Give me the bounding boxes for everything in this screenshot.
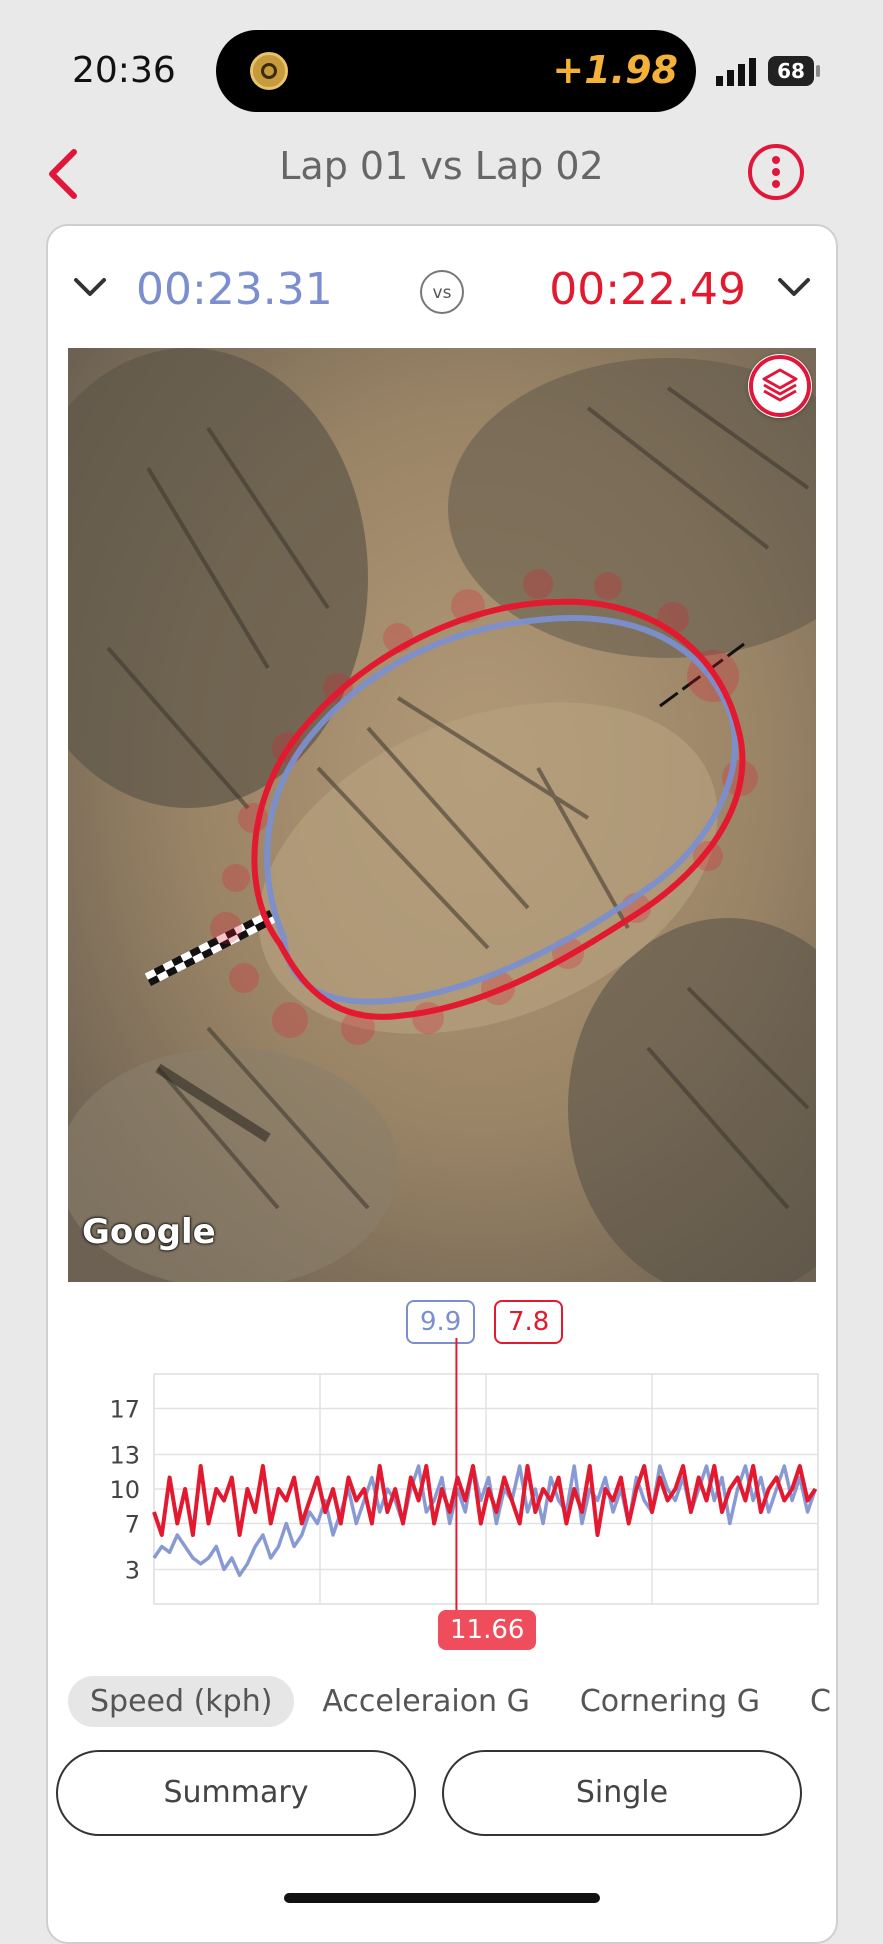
tab-more[interactable]: C — [788, 1676, 838, 1727]
dynamic-island: +1.98 — [216, 30, 696, 112]
chevron-down-icon[interactable] — [774, 274, 814, 300]
summary-button[interactable]: Summary — [56, 1750, 416, 1836]
tab-acceleration[interactable]: Acceleraion G — [300, 1676, 551, 1727]
speed-chart[interactable]: 1713107300.006.412.819.2 — [48, 1286, 840, 1616]
ticker-value: +1.98 — [552, 48, 678, 92]
y-tick-label: 7 — [125, 1511, 140, 1539]
lap-a-time[interactable]: 00:23.31 — [136, 264, 333, 315]
more-vertical-icon[interactable] — [748, 144, 804, 200]
coin-icon — [250, 52, 288, 90]
lap-comparison-card: 00:23.31 vs 00:22.49 Google 9.9 7.8 17 1… — [46, 224, 838, 1944]
chevron-down-icon[interactable] — [70, 274, 110, 300]
single-button[interactable]: Single — [442, 1750, 802, 1836]
y-tick-label: 3 — [125, 1557, 140, 1585]
vs-badge: vs — [420, 270, 464, 314]
lap-b-time[interactable]: 00:22.49 — [549, 264, 746, 315]
layers-icon[interactable] — [748, 354, 812, 418]
home-indicator — [284, 1893, 600, 1903]
cursor-time-label[interactable]: 11.66 — [438, 1610, 537, 1650]
satellite-map-image — [68, 348, 816, 1282]
speed-chart-section: 9.9 7.8 1713107300.006.412.819.2 11.66 S… — [48, 1286, 836, 1866]
status-time: 20:36 — [72, 50, 176, 91]
tab-cornering[interactable]: Cornering G — [558, 1676, 782, 1727]
track-map[interactable]: Google — [68, 348, 816, 1282]
y-tick-label: 13 — [109, 1442, 140, 1470]
y-tick-label: 10 — [109, 1476, 140, 1504]
y-tick-label: 17 — [109, 1396, 140, 1424]
tab-speed[interactable]: Speed (kph) — [68, 1676, 295, 1727]
lap-times-row: 00:23.31 vs 00:22.49 — [48, 226, 836, 346]
battery-icon: 68 — [768, 56, 820, 86]
signal-icon — [716, 58, 756, 86]
metric-tabs: Speed (kph) Acceleraion G Cornering GC — [68, 1676, 838, 1736]
map-attribution: Google — [82, 1212, 216, 1252]
